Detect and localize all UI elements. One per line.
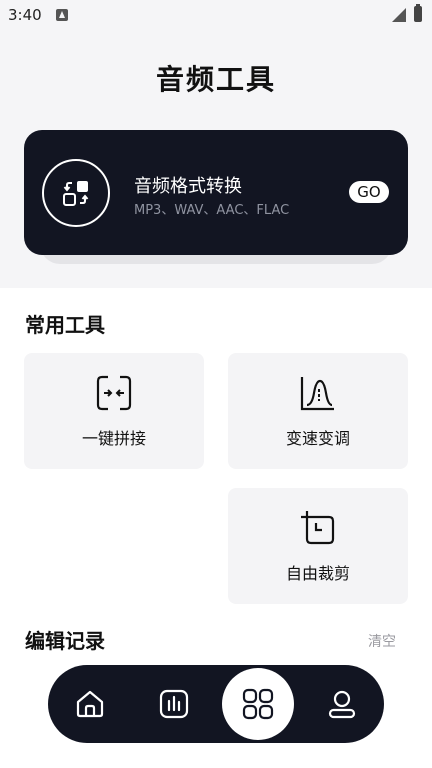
notification-icon — [56, 9, 68, 21]
equalizer-icon — [159, 689, 189, 719]
crop-icon — [301, 511, 335, 545]
tab-profile[interactable] — [322, 684, 362, 724]
merge-icon — [96, 375, 132, 411]
tab-equalizer[interactable] — [154, 684, 194, 724]
clear-history-button[interactable]: 清空 — [368, 631, 396, 651]
go-button[interactable]: GO — [349, 181, 389, 203]
format-convert-icon — [42, 159, 110, 227]
edit-history-title: 编辑记录 — [25, 629, 105, 653]
hero-subtitle: MP3、WAV、AAC、FLAC — [134, 203, 290, 218]
tool-card-merge[interactable]: 一键拼接 — [24, 353, 204, 469]
speed-pitch-icon — [300, 377, 334, 411]
status-time: 3:40 — [8, 6, 42, 24]
home-icon — [76, 690, 104, 718]
tab-apps[interactable] — [222, 668, 294, 740]
format-convert-card[interactable]: 音频格式转换 MP3、WAV、AAC、FLAC GO — [24, 130, 408, 255]
battery-icon — [414, 4, 422, 22]
status-bar: 3:40 — [0, 0, 432, 30]
signal-icon — [392, 8, 406, 22]
page-title: 音频工具 — [155, 63, 276, 96]
tool-card-crop[interactable]: 自由裁剪 — [228, 488, 408, 604]
tool-card-speed-pitch[interactable]: 变速变调 — [228, 353, 408, 469]
hero-title: 音频格式转换 — [134, 176, 242, 197]
tool-label-speed-pitch: 变速变调 — [285, 429, 350, 448]
tool-label-crop: 自由裁剪 — [285, 564, 350, 583]
profile-icon — [328, 690, 356, 719]
tool-label-merge: 一键拼接 — [81, 429, 146, 448]
bottom-tab-bar — [48, 665, 384, 743]
common-tools-title: 常用工具 — [25, 313, 105, 337]
tab-home[interactable] — [70, 684, 110, 724]
apps-grid-icon — [242, 688, 274, 720]
